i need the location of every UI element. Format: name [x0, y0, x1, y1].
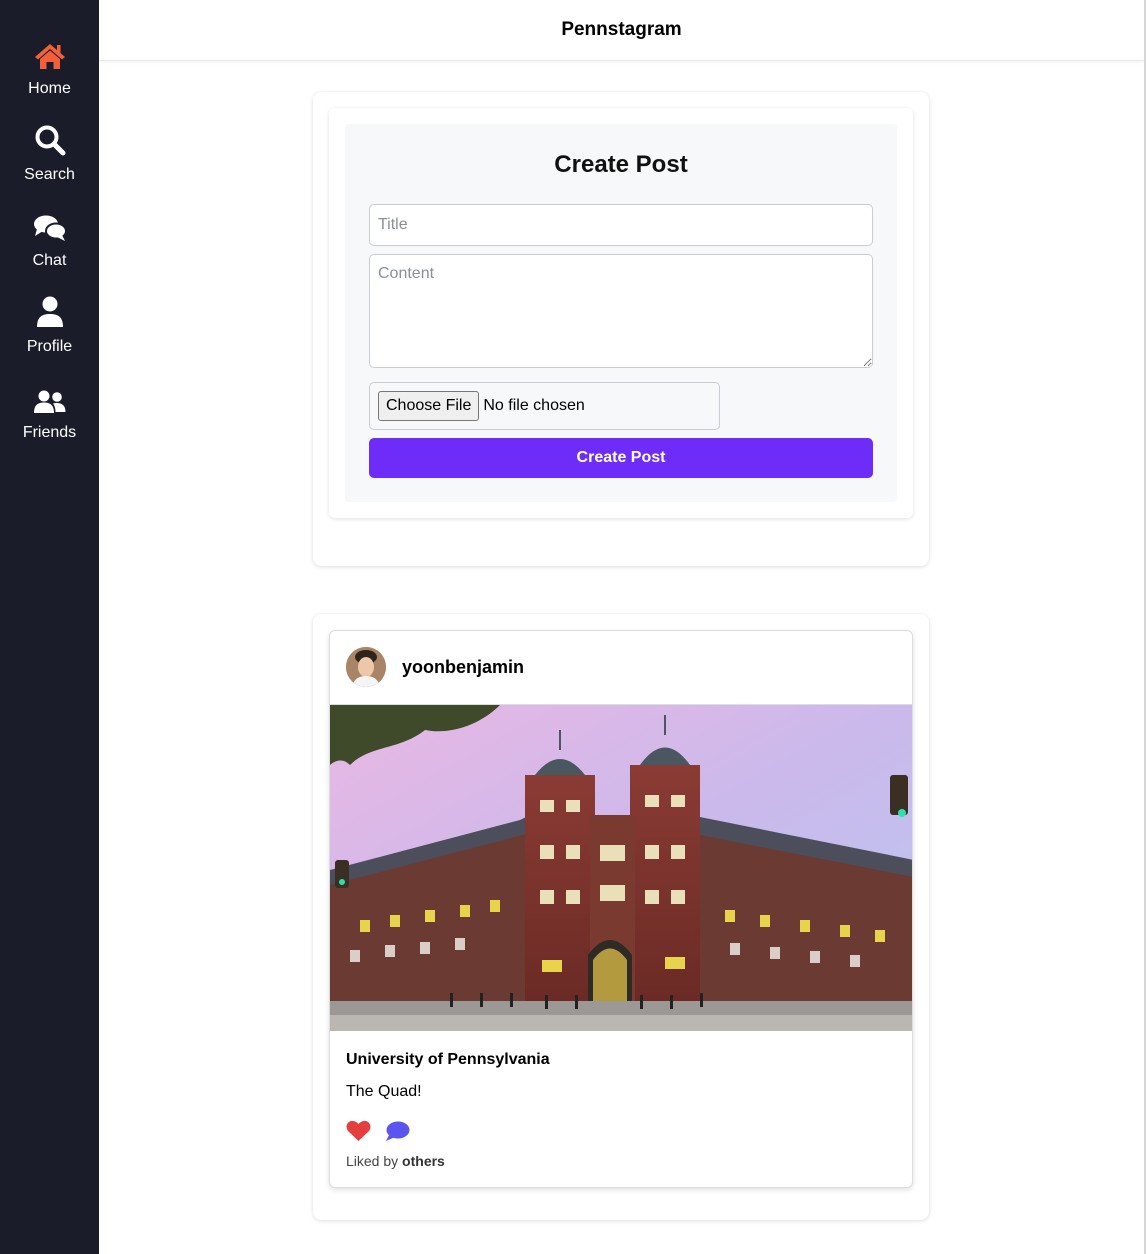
app-title: Pennstagram	[561, 19, 682, 40]
avatar[interactable]	[346, 647, 386, 687]
title-input[interactable]	[369, 204, 873, 246]
post-actions	[346, 1120, 410, 1142]
sidebar-item-label: Chat	[32, 252, 67, 269]
post-title: University of Pennsylvania	[346, 1051, 550, 1068]
create-post-heading: Create Post	[554, 151, 688, 178]
comment-icon[interactable]	[385, 1120, 410, 1142]
post-body: The Quad!	[346, 1083, 422, 1100]
sidebar-item-friends[interactable]: Friends	[0, 374, 99, 458]
choose-file-button[interactable]: Choose File	[378, 391, 480, 421]
sidebar-item-label: Home	[28, 80, 71, 97]
users-icon	[33, 374, 66, 414]
post-username[interactable]: yoonbenjamin	[402, 657, 524, 678]
feed-section: yoonbenjamin University of Pennsylvania …	[313, 614, 929, 1220]
sidebar-item-home[interactable]: Home	[0, 30, 99, 114]
heart-icon[interactable]	[346, 1120, 371, 1142]
post-image	[330, 705, 912, 1031]
sidebar-item-chat[interactable]: Chat	[0, 202, 99, 286]
file-status: No file chosen	[483, 397, 585, 414]
file-input[interactable]: Choose File No file chosen	[369, 382, 720, 430]
sidebar-item-search[interactable]: Search	[0, 116, 99, 200]
liked-by-text: Liked by others	[346, 1153, 445, 1169]
sidebar-item-label: Profile	[26, 338, 73, 355]
liked-by-name[interactable]: others	[402, 1153, 445, 1169]
create-post-card: Create Post Choose File No file chosen C…	[329, 108, 913, 518]
sidebar: Home Search Chat Profile Friends	[0, 0, 99, 1254]
liked-by-prefix: Liked by	[346, 1153, 399, 1169]
chat-icon	[33, 202, 67, 242]
create-post-form: Create Post Choose File No file chosen C…	[345, 124, 897, 502]
user-icon	[36, 288, 64, 328]
sidebar-item-profile[interactable]: Profile	[0, 288, 99, 372]
sidebar-item-label: Friends	[22, 424, 77, 441]
post-header: yoonbenjamin	[330, 631, 912, 705]
create-post-section: Create Post Choose File No file chosen C…	[313, 92, 929, 566]
home-icon	[34, 30, 66, 70]
search-icon	[34, 116, 66, 156]
content-textarea[interactable]	[369, 254, 873, 368]
sidebar-item-label: Search	[24, 166, 75, 183]
top-bar: Pennstagram	[99, 0, 1144, 61]
post-card: yoonbenjamin University of Pennsylvania …	[329, 630, 913, 1188]
create-post-button[interactable]: Create Post	[369, 438, 873, 478]
